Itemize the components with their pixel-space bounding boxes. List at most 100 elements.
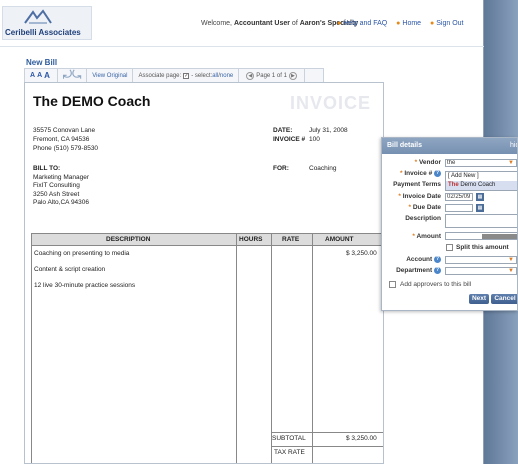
cancel-button[interactable]: Cancel	[491, 294, 517, 304]
view-original-link[interactable]: View Original	[92, 73, 127, 79]
next-page-icon[interactable]: ▶	[288, 71, 297, 80]
for-block: FOR: Coaching	[273, 165, 336, 172]
address-line: Fremont, CA 94536	[33, 136, 90, 143]
help-icon[interactable]: ?	[434, 170, 441, 177]
nav-help-label: Help and FAQ	[343, 20, 388, 27]
nav-home-label: Home	[402, 20, 422, 27]
nav-home-link[interactable]: ● Home	[396, 20, 421, 27]
bill-to-line: Marketing Manager	[33, 173, 89, 181]
text-size-group: A A A	[25, 69, 58, 82]
bill-to-line: FixIT Consulting	[33, 182, 80, 189]
nav-help-link[interactable]: ● Help and FAQ	[337, 20, 387, 27]
invoice-date-label: * Invoice Date	[398, 193, 441, 200]
invoice-table-header: DESCRIPTION HOURS RATE AMOUNT	[32, 234, 383, 246]
split-amount-label: Split this amount	[456, 244, 509, 251]
dropdown-arrow-icon: ▼	[508, 268, 514, 274]
select-none-link[interactable]: none	[220, 73, 233, 79]
payment-terms-label: Payment Terms	[393, 181, 441, 188]
column-header: AMOUNT	[325, 236, 354, 243]
next-button[interactable]: Next	[469, 294, 489, 304]
welcome-of: of	[291, 20, 298, 27]
due-date-input[interactable]	[445, 204, 473, 212]
invoice-address: 35575 Conovan Lane Fremont, CA 94536 Pho…	[33, 126, 98, 153]
column-header: HOURS	[239, 236, 263, 243]
vendor-dropdown-list: [ Add New ] The Demo Coach	[445, 171, 517, 191]
column-divider	[312, 234, 313, 463]
nav-signout-label: Sign Out	[436, 20, 464, 27]
add-approvers-checkbox[interactable]	[389, 281, 396, 288]
subtotal-value: $ 3,250.00	[346, 435, 377, 442]
logo-text: Ceribelli Associates	[5, 28, 81, 37]
tax-row: TAX RATE	[272, 446, 383, 457]
date-value: July 31, 2008	[309, 127, 348, 134]
column-divider	[271, 234, 272, 463]
select-label: - select:	[191, 72, 213, 79]
bullet-icon: ●	[430, 20, 435, 27]
page-title: New Bill	[26, 58, 58, 67]
bill-details-panel: Bill details hid * Vendor the ▼ * Invoice…	[381, 137, 518, 311]
bill-to-block: BILL TO: Marketing Manager FixIT Consult…	[33, 165, 89, 208]
amount-bar	[482, 234, 517, 239]
text-size-large-button[interactable]: A	[44, 71, 50, 80]
invoice-table: DESCRIPTION HOURS RATE AMOUNT Coaching o…	[31, 233, 383, 463]
associate-page-label: Associate page:	[138, 72, 182, 79]
for-label: FOR:	[273, 165, 289, 172]
invoice-company: The DEMO Coach	[33, 93, 151, 109]
rotate-group: ⤾⤿	[58, 69, 88, 82]
prev-page-icon[interactable]: ◀	[246, 71, 255, 80]
bill-to-line: Palo Alto,CA 94306	[33, 199, 90, 206]
department-label: Department ?	[396, 267, 441, 275]
description-label: Description	[405, 215, 441, 222]
help-icon[interactable]: ?	[434, 256, 441, 263]
invoice-date-input[interactable]: 02/25/09	[445, 193, 473, 201]
amount-label: * Amount	[412, 233, 441, 240]
bill-details-header: Bill details hid	[382, 138, 517, 154]
due-date-label: * Due Date	[408, 204, 441, 211]
column-header: DESCRIPTION	[106, 236, 151, 243]
text-size-small-button[interactable]: A	[30, 72, 35, 79]
split-amount-checkbox[interactable]	[446, 244, 453, 251]
bill-details-title: Bill details	[387, 142, 423, 149]
header-divider	[0, 46, 484, 47]
dropdown-arrow-icon: ▼	[508, 160, 514, 166]
account-select[interactable]: ▼	[445, 256, 517, 264]
rotate-icon[interactable]: ⤾⤿	[63, 69, 81, 82]
dropdown-option-add-new[interactable]: [ Add New ]	[446, 172, 517, 181]
logo-icon	[24, 9, 52, 24]
dropdown-arrow-icon: ▼	[508, 257, 514, 263]
nav-signout-link[interactable]: ● Sign Out	[430, 20, 463, 27]
department-select[interactable]: ▼	[445, 267, 517, 275]
invoice-number-value: 100	[309, 136, 320, 143]
company-logo: Ceribelli Associates	[2, 6, 92, 40]
bill-to-line: 3250 Ash Street	[33, 190, 80, 198]
dropdown-option-vendor[interactable]: The Demo Coach	[446, 181, 517, 190]
subtotal-row: SUBTOTAL $ 3,250.00	[272, 432, 383, 443]
line-item: Coaching on presenting to media	[34, 250, 130, 257]
option-rest-text: Demo Coach	[458, 182, 496, 188]
line-item: Content & script creation	[34, 266, 106, 273]
pager-group: ◀ Page 1 of 1 ▶	[239, 69, 305, 82]
bullet-icon: ●	[337, 20, 342, 27]
associate-page-group: Associate page: ✓ - select: all / none	[133, 69, 240, 82]
invoice-number-label: * Invoice # ?	[400, 170, 441, 178]
option-match-text: The	[448, 182, 459, 188]
hide-panel-link[interactable]: hid	[510, 142, 517, 149]
address-line: Phone (510) 579-8530	[33, 145, 99, 152]
vendor-input[interactable]: the ▼	[445, 159, 517, 167]
line-item: 12 live 30-minute practice sessions	[34, 282, 136, 289]
text-size-medium-button[interactable]: A	[37, 72, 42, 79]
calendar-icon[interactable]: ▦	[476, 204, 484, 212]
account-label: Account ?	[406, 256, 441, 264]
associate-page-checkbox[interactable]: ✓	[183, 72, 190, 79]
date-label: DATE:	[273, 127, 293, 134]
for-value: Coaching	[309, 165, 337, 172]
vendor-label: * Vendor	[414, 159, 441, 166]
view-original-group: View Original	[87, 69, 134, 82]
invoice-document: The DEMO Coach INVOICE 35575 Conovan Lan…	[24, 82, 384, 464]
line-amount: $ 3,250.00	[346, 250, 377, 257]
help-icon[interactable]: ?	[434, 267, 441, 274]
calendar-icon[interactable]: ▦	[476, 193, 484, 201]
invoice-watermark: INVOICE	[290, 93, 372, 113]
vendor-value: the	[447, 160, 456, 166]
description-input[interactable]	[445, 214, 517, 228]
